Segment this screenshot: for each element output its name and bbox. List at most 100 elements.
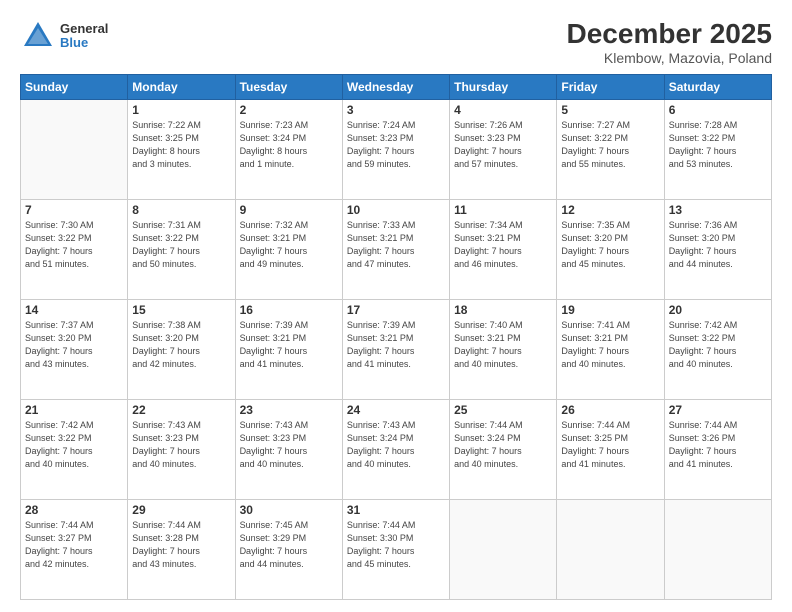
logo-blue: Blue [60, 36, 108, 50]
calendar-week-0: 1 Sunrise: 7:22 AM Sunset: 3:25 PM Daylig… [21, 100, 772, 200]
calendar-cell: 12 Sunrise: 7:35 AM Sunset: 3:20 PM Dayli… [557, 200, 664, 300]
day-info: Sunrise: 7:24 AM Sunset: 3:23 PM Dayligh… [347, 119, 445, 171]
day-number: 25 [454, 403, 552, 417]
calendar-cell: 29 Sunrise: 7:44 AM Sunset: 3:28 PM Dayli… [128, 500, 235, 600]
calendar-cell: 8 Sunrise: 7:31 AM Sunset: 3:22 PM Daylig… [128, 200, 235, 300]
calendar-subtitle: Klembow, Mazovia, Poland [567, 50, 772, 66]
day-number: 12 [561, 203, 659, 217]
day-info: Sunrise: 7:38 AM Sunset: 3:20 PM Dayligh… [132, 319, 230, 371]
day-number: 31 [347, 503, 445, 517]
day-info: Sunrise: 7:31 AM Sunset: 3:22 PM Dayligh… [132, 219, 230, 271]
day-info: Sunrise: 7:42 AM Sunset: 3:22 PM Dayligh… [25, 419, 123, 471]
logo: General Blue [20, 18, 108, 54]
calendar-cell: 31Sunrise: 7:44 AM Sunset: 3:30 PM Dayli… [342, 500, 449, 600]
day-info: Sunrise: 7:33 AM Sunset: 3:21 PM Dayligh… [347, 219, 445, 271]
day-number: 28 [25, 503, 123, 517]
day-info: Sunrise: 7:36 AM Sunset: 3:20 PM Dayligh… [669, 219, 767, 271]
calendar-cell [557, 500, 664, 600]
calendar-cell: 4 Sunrise: 7:26 AM Sunset: 3:23 PM Daylig… [450, 100, 557, 200]
day-number: 20 [669, 303, 767, 317]
day-info: Sunrise: 7:26 AM Sunset: 3:23 PM Dayligh… [454, 119, 552, 171]
calendar-week-2: 14 Sunrise: 7:37 AM Sunset: 3:20 PM Dayli… [21, 300, 772, 400]
calendar-cell: 24 Sunrise: 7:43 AM Sunset: 3:24 PM Dayli… [342, 400, 449, 500]
calendar-cell: 13 Sunrise: 7:36 AM Sunset: 3:20 PM Dayli… [664, 200, 771, 300]
day-number: 23 [240, 403, 338, 417]
calendar-week-3: 21 Sunrise: 7:42 AM Sunset: 3:22 PM Dayli… [21, 400, 772, 500]
day-number: 22 [132, 403, 230, 417]
calendar-cell [21, 100, 128, 200]
day-number: 3 [347, 103, 445, 117]
day-number: 6 [669, 103, 767, 117]
day-number: 17 [347, 303, 445, 317]
day-info: Sunrise: 7:45 AM Sunset: 3:29 PM Dayligh… [240, 519, 338, 571]
calendar-header-tuesday: Tuesday [235, 75, 342, 100]
day-info: Sunrise: 7:22 AM Sunset: 3:25 PM Dayligh… [132, 119, 230, 171]
logo-text: General Blue [60, 22, 108, 51]
day-info: Sunrise: 7:43 AM Sunset: 3:23 PM Dayligh… [132, 419, 230, 471]
calendar-cell: 15 Sunrise: 7:38 AM Sunset: 3:20 PM Dayli… [128, 300, 235, 400]
title-block: December 2025 Klembow, Mazovia, Poland [567, 18, 772, 66]
calendar-cell: 26Sunrise: 7:44 AM Sunset: 3:25 PM Dayli… [557, 400, 664, 500]
day-info: Sunrise: 7:44 AM Sunset: 3:27 PM Dayligh… [25, 519, 123, 571]
calendar-cell: 3 Sunrise: 7:24 AM Sunset: 3:23 PM Daylig… [342, 100, 449, 200]
day-info: Sunrise: 7:39 AM Sunset: 3:21 PM Dayligh… [347, 319, 445, 371]
calendar-cell: 19Sunrise: 7:41 AM Sunset: 3:21 PM Dayli… [557, 300, 664, 400]
calendar-cell: 30 Sunrise: 7:45 AM Sunset: 3:29 PM Dayli… [235, 500, 342, 600]
day-number: 14 [25, 303, 123, 317]
calendar-header-monday: Monday [128, 75, 235, 100]
calendar-cell: 11 Sunrise: 7:34 AM Sunset: 3:21 PM Dayli… [450, 200, 557, 300]
day-info: Sunrise: 7:30 AM Sunset: 3:22 PM Dayligh… [25, 219, 123, 271]
day-number: 27 [669, 403, 767, 417]
calendar-cell: 6 Sunrise: 7:28 AM Sunset: 3:22 PM Daylig… [664, 100, 771, 200]
day-number: 2 [240, 103, 338, 117]
day-number: 15 [132, 303, 230, 317]
day-number: 11 [454, 203, 552, 217]
calendar-cell: 27 Sunrise: 7:44 AM Sunset: 3:26 PM Dayli… [664, 400, 771, 500]
day-info: Sunrise: 7:44 AM Sunset: 3:28 PM Dayligh… [132, 519, 230, 571]
day-number: 24 [347, 403, 445, 417]
calendar-cell: 22 Sunrise: 7:43 AM Sunset: 3:23 PM Dayli… [128, 400, 235, 500]
day-number: 13 [669, 203, 767, 217]
calendar-cell: 9Sunrise: 7:32 AM Sunset: 3:21 PM Daylig… [235, 200, 342, 300]
calendar-cell: 7 Sunrise: 7:30 AM Sunset: 3:22 PM Daylig… [21, 200, 128, 300]
day-info: Sunrise: 7:34 AM Sunset: 3:21 PM Dayligh… [454, 219, 552, 271]
day-number: 21 [25, 403, 123, 417]
calendar-header-saturday: Saturday [664, 75, 771, 100]
day-info: Sunrise: 7:27 AM Sunset: 3:22 PM Dayligh… [561, 119, 659, 171]
day-info: Sunrise: 7:43 AM Sunset: 3:24 PM Dayligh… [347, 419, 445, 471]
day-number: 29 [132, 503, 230, 517]
calendar-cell: 18 Sunrise: 7:40 AM Sunset: 3:21 PM Dayli… [450, 300, 557, 400]
logo-icon [20, 18, 56, 54]
day-info: Sunrise: 7:40 AM Sunset: 3:21 PM Dayligh… [454, 319, 552, 371]
day-number: 19 [561, 303, 659, 317]
day-number: 9 [240, 203, 338, 217]
calendar-cell: 10 Sunrise: 7:33 AM Sunset: 3:21 PM Dayli… [342, 200, 449, 300]
day-number: 8 [132, 203, 230, 217]
day-info: Sunrise: 7:44 AM Sunset: 3:24 PM Dayligh… [454, 419, 552, 471]
day-info: Sunrise: 7:44 AM Sunset: 3:26 PM Dayligh… [669, 419, 767, 471]
calendar-week-1: 7 Sunrise: 7:30 AM Sunset: 3:22 PM Daylig… [21, 200, 772, 300]
day-info: Sunrise: 7:28 AM Sunset: 3:22 PM Dayligh… [669, 119, 767, 171]
day-number: 10 [347, 203, 445, 217]
calendar-cell: 28 Sunrise: 7:44 AM Sunset: 3:27 PM Dayli… [21, 500, 128, 600]
day-number: 1 [132, 103, 230, 117]
day-number: 7 [25, 203, 123, 217]
day-number: 5 [561, 103, 659, 117]
calendar-header-row: SundayMondayTuesdayWednesdayThursdayFrid… [21, 75, 772, 100]
day-number: 18 [454, 303, 552, 317]
day-number: 4 [454, 103, 552, 117]
day-info: Sunrise: 7:42 AM Sunset: 3:22 PM Dayligh… [669, 319, 767, 371]
calendar-header-friday: Friday [557, 75, 664, 100]
calendar-cell: 16Sunrise: 7:39 AM Sunset: 3:21 PM Dayli… [235, 300, 342, 400]
day-info: Sunrise: 7:43 AM Sunset: 3:23 PM Dayligh… [240, 419, 338, 471]
day-number: 30 [240, 503, 338, 517]
day-number: 16 [240, 303, 338, 317]
calendar-cell [664, 500, 771, 600]
day-info: Sunrise: 7:44 AM Sunset: 3:25 PM Dayligh… [561, 419, 659, 471]
day-info: Sunrise: 7:35 AM Sunset: 3:20 PM Dayligh… [561, 219, 659, 271]
calendar-cell: 1 Sunrise: 7:22 AM Sunset: 3:25 PM Daylig… [128, 100, 235, 200]
day-info: Sunrise: 7:37 AM Sunset: 3:20 PM Dayligh… [25, 319, 123, 371]
calendar-title: December 2025 [567, 18, 772, 50]
calendar-cell [450, 500, 557, 600]
calendar-cell: 5 Sunrise: 7:27 AM Sunset: 3:22 PM Daylig… [557, 100, 664, 200]
